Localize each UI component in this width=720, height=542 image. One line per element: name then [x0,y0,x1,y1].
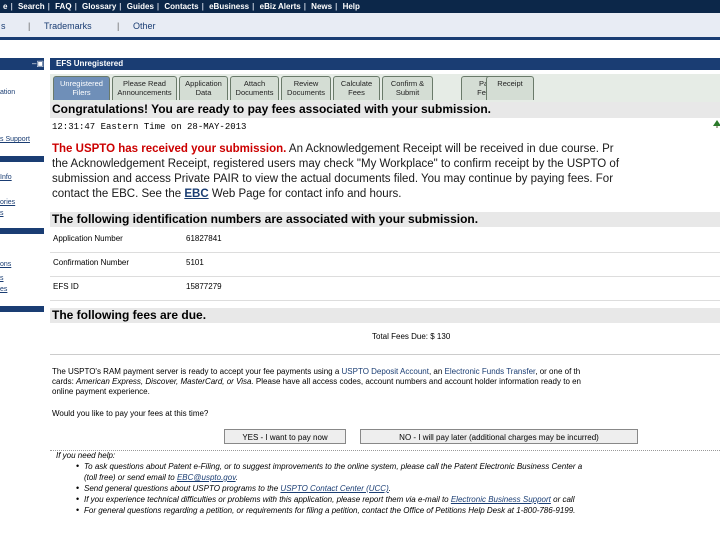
sidebar-item-forms[interactable]: s [0,275,4,282]
nav-item-ebusiness[interactable]: eBusiness [209,2,249,11]
nav-item-contacts[interactable]: Contacts [164,2,198,11]
table-row: Application Number 61827841 [50,228,720,253]
message-lead: The USPTO has received your submission. [52,143,287,155]
tab-unregistered-filers[interactable]: Unregistered Filers [53,76,110,100]
main-panel: EFS Unregistered Unregistered Filers Plea… [50,58,720,540]
nav-item-help[interactable]: Help [343,2,360,11]
sidebar-item-support[interactable]: s Support [0,136,30,143]
nav-item-faq[interactable]: FAQ [55,2,71,11]
nav-item-guides[interactable]: Guides [127,2,154,11]
nav-item-glossary[interactable]: Glossary [82,2,116,11]
divider [50,354,720,355]
nav-item-news[interactable]: News [311,2,332,11]
nav-item-home[interactable]: e [3,2,7,11]
bullet-icon: • [76,494,80,504]
help-item: To ask questions about Patent e-Filing, … [84,462,583,471]
tree-icon [713,120,720,128]
help-item: (toll free) or send email to EBC@uspto.g… [84,473,238,482]
table-row: EFS ID 15877279 [50,276,720,301]
deposit-account-link[interactable]: USPTO Deposit Account [342,367,429,376]
sidebar-item-info[interactable]: Info [0,174,12,181]
tab-confirm-submit[interactable]: Confirm & Submit [382,76,433,100]
fees-heading: The following fees are due. [50,308,720,323]
submission-timestamp: 12:31:47 Eastern Time on 28-MAY-2013 [52,122,247,132]
wizard-tabs: Unregistered Filers Please Read Announceme… [50,74,720,104]
bullet-icon: • [76,483,80,493]
sidebar: –▣ ation s Support Info ories s ons s es [0,58,44,540]
sidebar-item-fees[interactable]: es [0,286,7,293]
bullet-icon: • [76,461,80,471]
sidebar-item-navigation[interactable]: ation [0,89,15,96]
subnav-divider: | [117,21,120,31]
help-section: If you need help: • To ask questions abo… [50,450,720,542]
sidebar-divider [0,306,44,312]
sidebar-divider [0,156,44,162]
subnav-item-other[interactable]: Other [133,21,156,31]
payment-info: The USPTO's RAM payment server is ready … [52,367,582,396]
subnav-divider: | [28,21,31,31]
ucc-link[interactable]: USPTO Contact Center (UCC) [280,484,388,493]
sidebar-item-links[interactable]: s [0,210,4,217]
sidebar-item-questions[interactable]: ons [0,261,11,268]
pay-question: Would you like to pay your fees at this … [52,409,209,418]
subnav-item-patents[interactable]: s [1,21,6,31]
tab-review-documents[interactable]: Review Documents [281,76,331,100]
subnav-item-trademarks[interactable]: Trademarks [44,21,92,31]
tab-receipt[interactable]: Receipt [486,76,534,100]
tab-calculate-fees[interactable]: Calculate Fees [333,76,380,100]
ids-heading: The following identification numbers are… [50,212,720,227]
nav-item-ebiz-alerts[interactable]: eBiz Alerts [260,2,301,11]
help-heading: If you need help: [56,451,116,460]
top-nav-bar: e | Search | FAQ | Glossary | Guides | Contac… [0,0,720,13]
ebs-link[interactable]: Electronic Business Support [451,495,551,504]
submission-message: The USPTO has received your submission. … [52,143,620,200]
sidebar-header: –▣ [0,58,44,70]
pay-later-button[interactable]: NO - I will pay later (additional charge… [360,429,638,444]
help-item: Send general questions about USPTO progr… [84,484,391,493]
collapse-icon[interactable]: –▣ [32,59,44,68]
tab-announcements[interactable]: Please Read Announcements [112,76,177,100]
tab-attach-documents[interactable]: Attach Documents [230,76,279,100]
ebc-email-link[interactable]: EBC@uspto.gov [177,473,236,482]
ebc-link[interactable]: EBC [184,188,208,200]
eft-link[interactable]: Electronic Funds Transfer [445,367,536,376]
help-item: If you experience technical difficulties… [84,495,575,504]
bullet-icon: • [76,505,80,515]
total-fees: Total Fees Due: $ 130 [372,332,451,341]
sidebar-item-directories[interactable]: ories [0,199,15,206]
sub-nav-bar: s | Trademarks | Other [0,13,720,40]
congrats-heading: Congratulations! You are ready to pay fe… [50,102,720,118]
panel-title: EFS Unregistered [50,58,720,70]
help-item: For general questions regarding a petiti… [84,506,576,515]
sidebar-divider [0,228,44,234]
nav-item-search[interactable]: Search [18,2,45,11]
tab-application-data[interactable]: Application Data [179,76,228,100]
table-row: Confirmation Number 5101 [50,252,720,277]
pay-now-button[interactable]: YES - I want to pay now [224,429,346,444]
